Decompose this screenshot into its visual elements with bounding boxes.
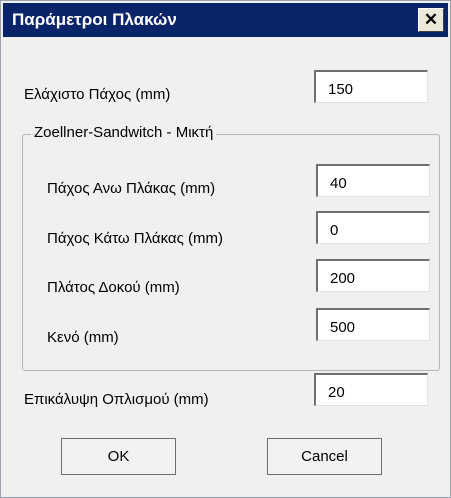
void-input[interactable] [316,308,430,341]
group-title: Zoellner-Sandwitch - Μικτή [31,124,217,141]
close-icon: ✕ [423,10,439,29]
bottom-slab-thickness-input[interactable] [316,211,430,244]
beam-width-input[interactable] [316,259,430,292]
cover-input[interactable] [314,373,428,406]
ok-button[interactable]: OK [61,438,176,475]
top-slab-thickness-input[interactable] [316,164,430,197]
void-label: Κενό (mm) [47,329,119,346]
min-thickness-label: Ελάχιστο Πάχος (mm) [24,86,171,103]
close-button[interactable]: ✕ [418,8,444,32]
beam-width-label: Πλάτος Δοκού (mm) [47,279,180,296]
slab-parameters-dialog: Παράμετροι Πλακών ✕ Ελάχιστο Πάχος (mm) … [0,0,451,498]
cancel-button[interactable]: Cancel [267,438,382,475]
title-bar[interactable]: Παράμετροι Πλακών ✕ [3,3,448,37]
cover-label: Επικάλυψη Οπλισμού (mm) [24,391,209,408]
bottom-slab-thickness-label: Πάχος Κάτω Πλάκας (mm) [47,230,223,247]
min-thickness-input[interactable] [314,70,428,103]
top-slab-thickness-label: Πάχος Ανω Πλάκας (mm) [47,180,216,197]
dialog-title: Παράμετροι Πλακών [12,10,177,29]
